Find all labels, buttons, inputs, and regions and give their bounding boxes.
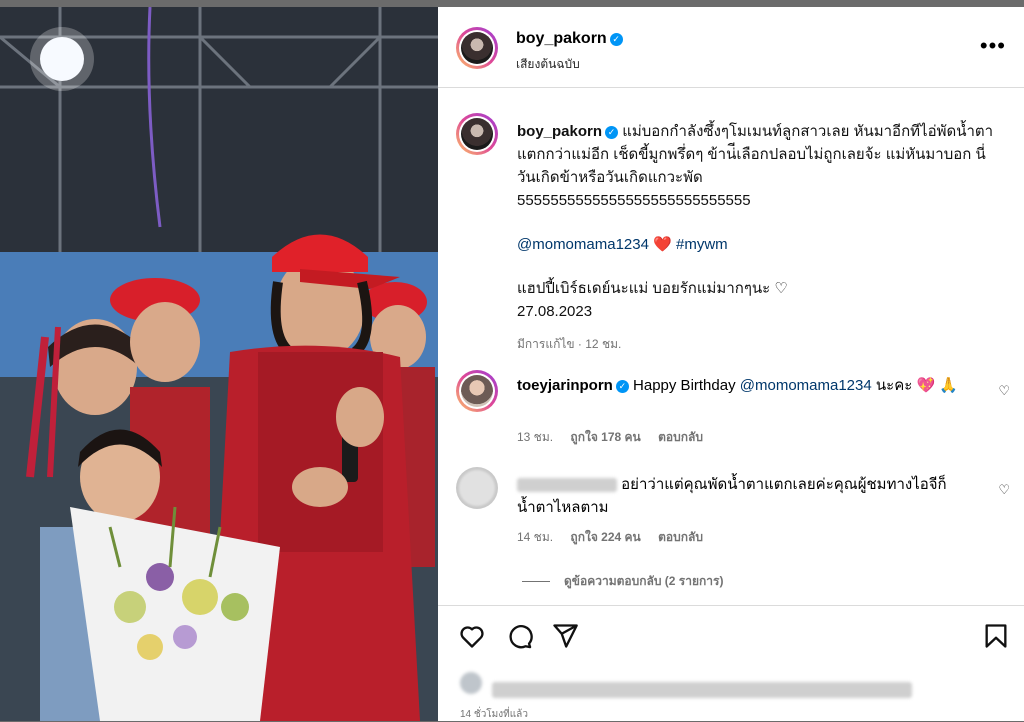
- post-photo[interactable]: [0, 7, 438, 721]
- birthday-message: แฮปปี้เบิร์ธเดย์นะแม่ บอยรักแม่มากๆนะ ♡: [517, 280, 788, 297]
- comment-avatar[interactable]: [456, 370, 498, 412]
- comment-1: toeyjarinporn ✓ Happy Birthday @momomama1…: [517, 374, 977, 397]
- comment-age[interactable]: 13 ชม.: [517, 430, 553, 444]
- comment-reply-button[interactable]: ตอบกลับ: [658, 430, 703, 444]
- post-time[interactable]: 14 ชั่วโมงที่แล้ว: [460, 707, 528, 722]
- comment-1-meta: 13 ชม. ถูกใจ 178 คน ตอบกลับ: [517, 428, 717, 447]
- post-details: boy_pakorn ✓ เสียงต้นฉบับ ••• boy_pakorn ✓…: [438, 7, 1024, 721]
- comment-likes[interactable]: ถูกใจ 224 คน: [570, 530, 640, 544]
- post-header: boy_pakorn ✓ เสียงต้นฉบับ •••: [438, 7, 1024, 88]
- red-heart-emoji: ❤️: [653, 236, 672, 253]
- view-replies-label[interactable]: ดูข้อความตอบกลับ (2 รายการ): [564, 574, 723, 588]
- verified-badge-icon: ✓: [615, 380, 629, 393]
- view-replies[interactable]: ดูข้อความตอบกลับ (2 รายการ): [522, 572, 723, 591]
- comment-text-pre: Happy Birthday: [633, 377, 736, 394]
- action-bar: 14 ชั่วโมงที่แล้ว: [438, 605, 1024, 722]
- comment-mention[interactable]: @momomama1234: [740, 377, 872, 394]
- comment-avatar-blurred[interactable]: [456, 467, 498, 509]
- edited-label: มีการแก้ไข · 12 ชม.: [517, 337, 622, 351]
- post-modal: boy_pakorn ✓ เสียงต้นฉบับ ••• boy_pakorn ✓…: [0, 7, 1024, 721]
- author-username[interactable]: boy_pakorn: [516, 30, 607, 47]
- comment-2: อย่าว่าแต่คุณพัดน้ำตาแตกเลยค่ะคุณผู้ชมทา…: [517, 473, 977, 519]
- more-options-icon[interactable]: •••: [980, 33, 1006, 59]
- like-comment-heart-icon[interactable]: ♡: [998, 383, 1010, 399]
- comment-icon[interactable]: [505, 622, 533, 650]
- share-icon[interactable]: [551, 622, 579, 650]
- caption-author-username[interactable]: boy_pakorn: [517, 123, 602, 140]
- post-date: 27.08.2023: [517, 303, 593, 320]
- blurred-username[interactable]: [517, 478, 617, 493]
- caption-laugh: 5555555555555555555555555555: [517, 192, 751, 209]
- caption-author-avatar[interactable]: [456, 113, 498, 155]
- bookmark-icon[interactable]: [982, 622, 1010, 650]
- verified-badge-icon: ✓: [609, 33, 623, 46]
- comment-age[interactable]: 14 ชม.: [517, 530, 553, 544]
- verified-badge-icon: ✓: [605, 126, 619, 139]
- caption-mention[interactable]: @momomama1234: [517, 236, 649, 253]
- caption-hashtag[interactable]: #mywm: [676, 236, 728, 253]
- audio-label[interactable]: เสียงต้นฉบับ: [516, 55, 580, 74]
- post-caption: boy_pakorn ✓ แม่บอกกำลังซึ้งๆโมเมนท์ลูกสา…: [517, 120, 997, 356]
- comment-reply-button[interactable]: ตอบกลับ: [658, 530, 703, 544]
- heart-icon[interactable]: [458, 622, 486, 650]
- like-comment-heart-icon[interactable]: ♡: [998, 482, 1010, 498]
- author-avatar[interactable]: [456, 27, 498, 69]
- comment-2-meta: 14 ชม. ถูกใจ 224 คน ตอบกลับ: [517, 528, 717, 547]
- likes-summary-blurred: [460, 672, 913, 699]
- comment-username[interactable]: toeyjarinporn: [517, 377, 613, 394]
- comment-text-post: นะคะ 💖 🙏: [875, 377, 958, 394]
- comment-likes[interactable]: ถูกใจ 178 คน: [570, 430, 640, 444]
